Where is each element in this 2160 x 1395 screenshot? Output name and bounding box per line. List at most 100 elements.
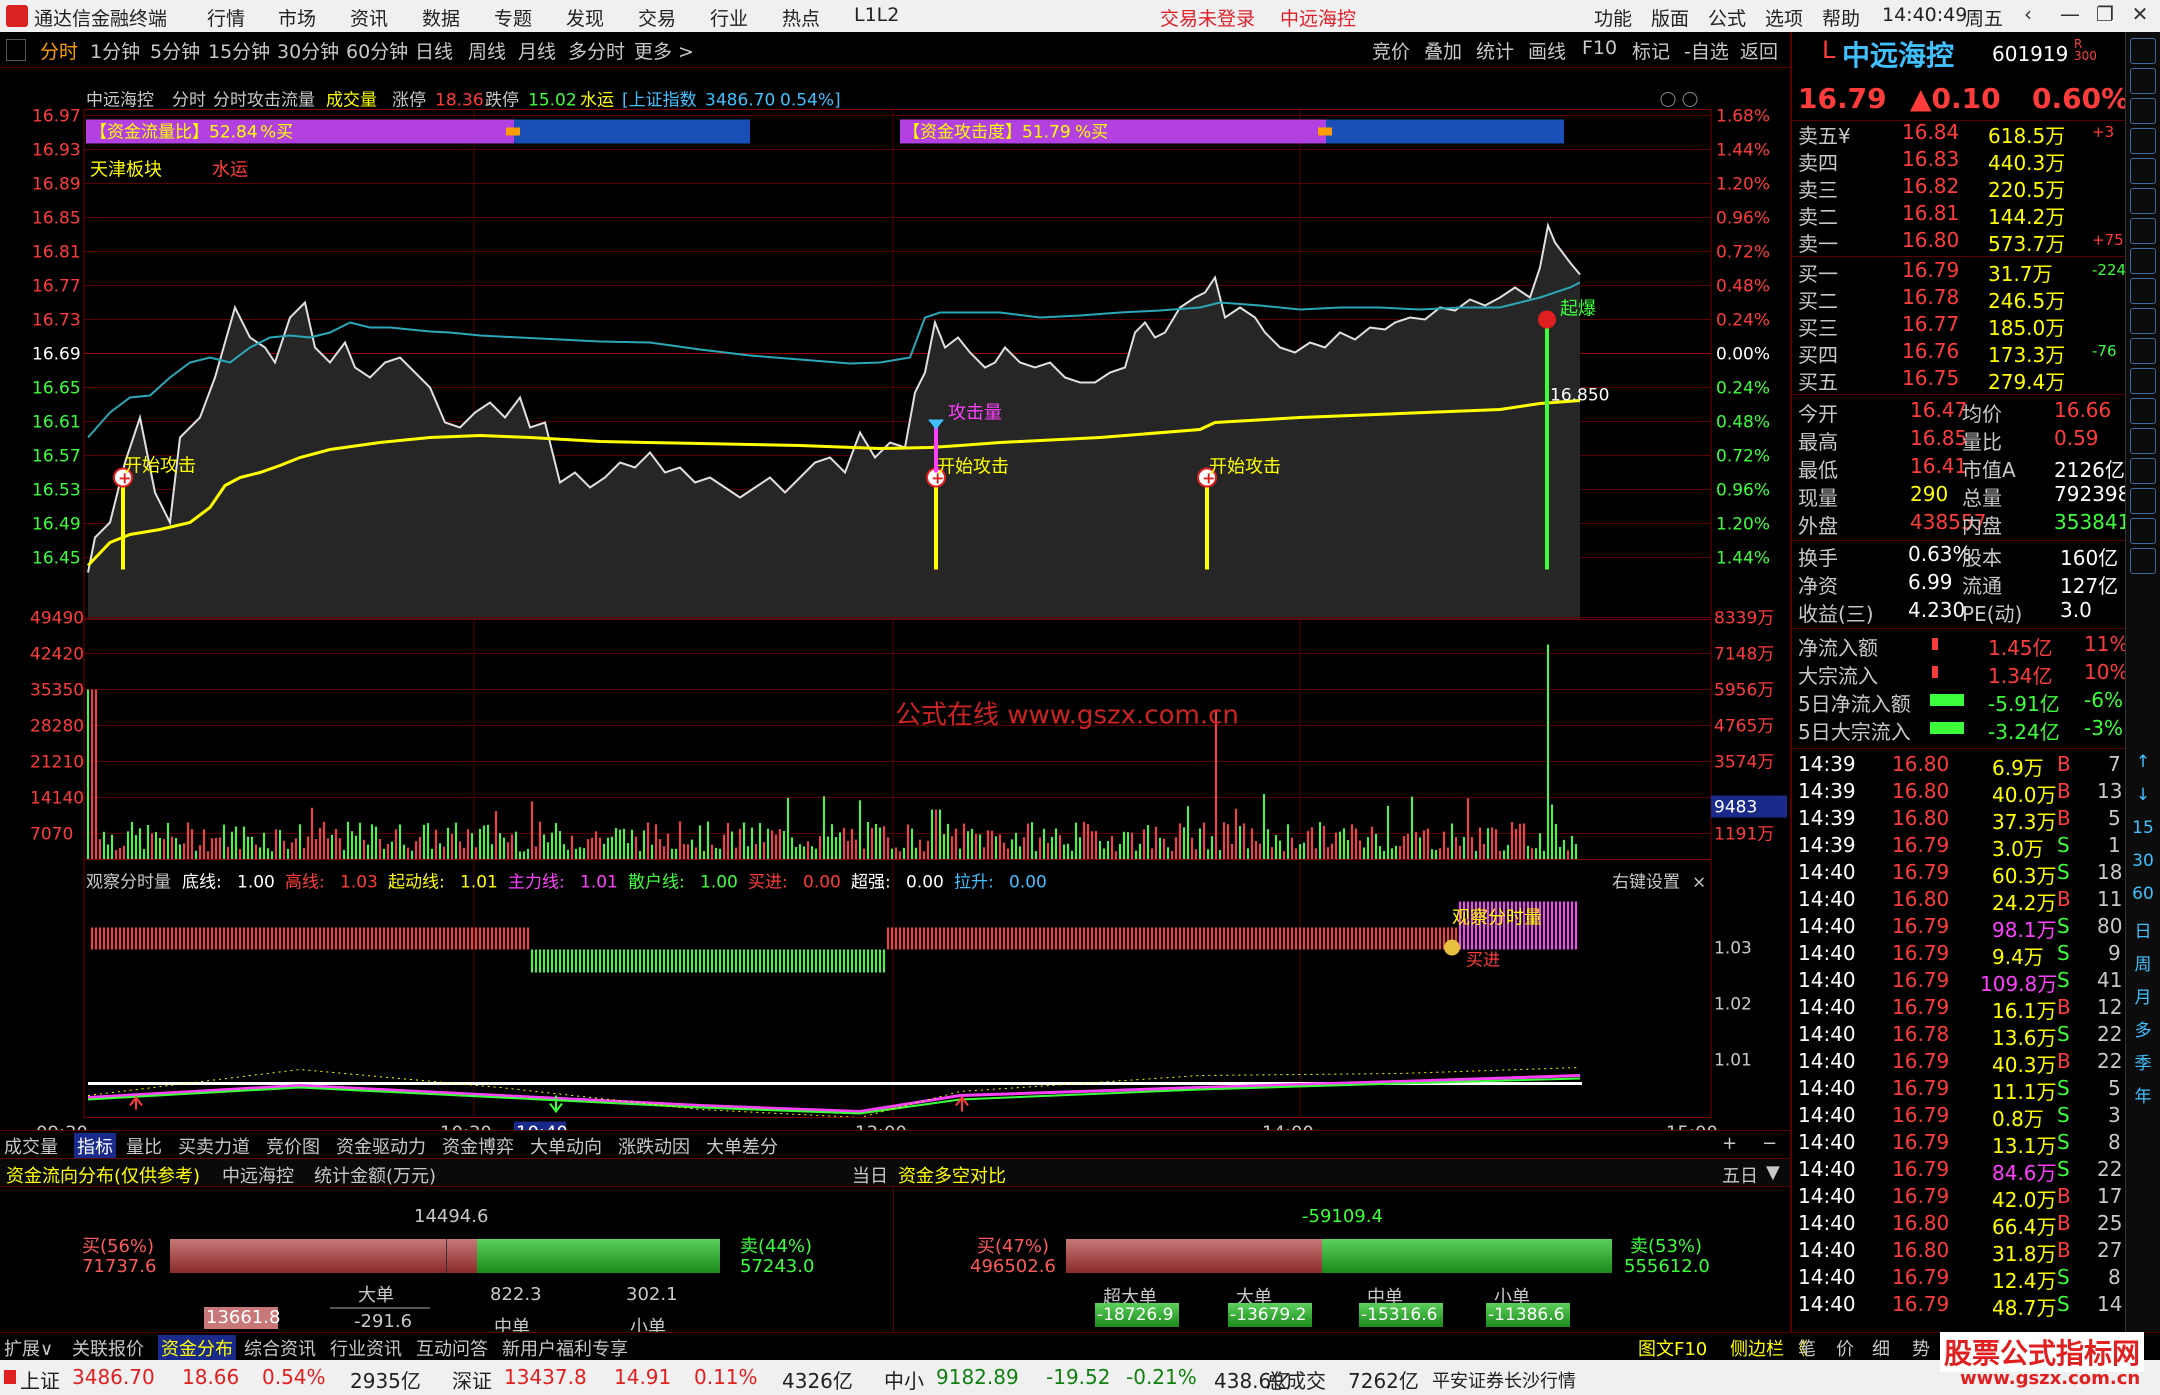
up-icon[interactable]: [2130, 68, 2156, 94]
index-name[interactable]: 中小: [884, 1365, 924, 1394]
close-icon[interactable]: ×: [1692, 873, 1706, 893]
bottom-nav-tab[interactable]: 关联报价: [72, 1335, 144, 1361]
tool-button[interactable]: -自选: [1684, 37, 1729, 64]
sidebar-period-item[interactable]: 60: [2130, 884, 2156, 910]
menu-item[interactable]: 行情: [207, 4, 245, 31]
sidebar-period-item[interactable]: 年: [2130, 1082, 2156, 1108]
menu-item[interactable]: 交易: [638, 4, 676, 31]
tool-button[interactable]: 竞价: [1372, 37, 1410, 64]
login-alert[interactable]: 交易未登录: [1160, 4, 1255, 31]
sidebar-period-item[interactable]: 多: [2130, 1016, 2156, 1042]
bottom-nav-tab[interactable]: 扩展∨: [4, 1335, 53, 1361]
indicator-tab[interactable]: 竞价图: [266, 1133, 320, 1159]
expand-icon[interactable]: [1682, 92, 1698, 107]
sidebar-period-item[interactable]: 季: [2130, 1049, 2156, 1075]
menu-item[interactable]: 版面: [1651, 4, 1689, 31]
index-name[interactable]: 上证: [20, 1365, 60, 1394]
menu-item[interactable]: 资讯: [350, 4, 388, 31]
tab-period[interactable]: 1分钟: [90, 37, 140, 64]
menu-item[interactable]: 行业: [710, 4, 748, 31]
restore-icon[interactable]: ❐: [2090, 2, 2120, 30]
bottom-nav-right-item[interactable]: 细: [1872, 1335, 1890, 1361]
intraday-chart[interactable]: 中远海控 分时 分时攻击流量 成交量 涨停 18.36 跌停 15.02 水运 …: [0, 68, 1790, 1165]
bottom-nav-tab[interactable]: 资金分布: [158, 1335, 236, 1361]
menu-item[interactable]: 市场: [278, 4, 316, 31]
bottom-nav-tab[interactable]: 新用户福利专享: [502, 1335, 628, 1361]
globe-icon[interactable]: [2130, 368, 2156, 394]
tab-period[interactable]: 日线: [415, 37, 453, 64]
indicator-tab[interactable]: 量比: [126, 1133, 162, 1159]
menu-item[interactable]: 帮助: [1822, 4, 1860, 31]
tab-period[interactable]: 月线: [518, 37, 556, 64]
tool-button[interactable]: 叠加: [1424, 37, 1462, 64]
menu-item[interactable]: L1L2: [854, 4, 899, 26]
sidebar-period-item[interactable]: 30: [2130, 851, 2156, 877]
bottom-nav-right-item[interactable]: 价: [1836, 1335, 1854, 1361]
indicator-tab[interactable]: 大单动向: [530, 1133, 602, 1159]
menu-item[interactable]: 热点: [782, 4, 820, 31]
indicator-tab[interactable]: 大单差分: [706, 1133, 778, 1159]
menu-item[interactable]: 专题: [494, 4, 532, 31]
flow-period[interactable]: 当日: [852, 1162, 888, 1188]
news-icon[interactable]: [2130, 338, 2156, 364]
table-icon[interactable]: [2130, 278, 2156, 304]
tool-button[interactable]: 返回: [1740, 37, 1778, 64]
chart-icon[interactable]: [2130, 188, 2156, 214]
tab-period[interactable]: 15分钟: [208, 37, 270, 64]
indicator-tab[interactable]: 资金博弈: [442, 1133, 514, 1159]
tab-period[interactable]: 30分钟: [277, 37, 339, 64]
menu-item[interactable]: 数据: [422, 4, 460, 31]
index-name[interactable]: 深证: [452, 1365, 492, 1394]
percent-icon[interactable]: [2130, 458, 2156, 484]
sidebar-period-item[interactable]: 15: [2130, 818, 2156, 844]
minimize-icon[interactable]: —: [2055, 2, 2085, 30]
tool-button[interactable]: 画线: [1528, 37, 1566, 64]
list-icon[interactable]: [2130, 158, 2156, 184]
tool-button[interactable]: F10: [1582, 37, 1617, 59]
tool-button[interactable]: 统计: [1476, 37, 1514, 64]
tab-period[interactable]: 5分钟: [150, 37, 200, 64]
back-icon[interactable]: ‹: [2013, 2, 2043, 30]
menu-item[interactable]: 公式: [1708, 4, 1746, 31]
collapse-icon[interactable]: [6, 39, 26, 61]
indicator-tab[interactable]: 涨跌动因: [618, 1133, 690, 1159]
flow-compare-days[interactable]: 五日: [1722, 1162, 1758, 1188]
indicator-tab[interactable]: 成交量: [4, 1133, 58, 1159]
indicator-tab[interactable]: 资金驱动力: [336, 1133, 426, 1159]
tab-period[interactable]: 60分钟: [346, 37, 408, 64]
close-icon[interactable]: ✕: [2125, 2, 2155, 30]
edit-icon[interactable]: [2130, 488, 2156, 514]
indicator-tab[interactable]: 买卖力道: [178, 1133, 250, 1159]
tab-period[interactable]: 分时: [40, 37, 78, 64]
f10-icon[interactable]: [2130, 248, 2156, 274]
bottom-nav-right-item[interactable]: 图文F10: [1638, 1335, 1707, 1361]
grid2-icon[interactable]: [2130, 548, 2156, 574]
candle-icon[interactable]: [2130, 218, 2156, 244]
bottom-nav-right-item[interactable]: 势: [1912, 1335, 1930, 1361]
pie-icon[interactable]: [2130, 398, 2156, 424]
chevron-down-icon[interactable]: ▼: [1766, 1162, 1780, 1183]
fs-icon[interactable]: [2130, 518, 2156, 544]
settings-icon[interactable]: [1660, 92, 1676, 107]
bottom-nav-tab[interactable]: 互动问答: [416, 1335, 488, 1361]
grid-icon[interactable]: [2130, 128, 2156, 154]
down-icon[interactable]: [2130, 98, 2156, 124]
bottom-nav-right-item[interactable]: 笔: [1798, 1335, 1816, 1361]
bell-icon[interactable]: [2130, 308, 2156, 334]
tool-button[interactable]: 标记: [1632, 37, 1670, 64]
sidebar-period-item[interactable]: 周: [2130, 950, 2156, 976]
bottom-nav-tab[interactable]: 行业资讯: [330, 1335, 402, 1361]
tab-period[interactable]: 周线: [468, 37, 506, 64]
bottom-nav-tab[interactable]: 综合资讯: [244, 1335, 316, 1361]
tab-period[interactable]: 多分时: [568, 37, 625, 64]
indicator-tab[interactable]: 指标: [74, 1133, 116, 1159]
menu-item[interactable]: 选项: [1765, 4, 1803, 31]
indicator-settings-link[interactable]: 右键设置: [1612, 873, 1680, 893]
sidebar-period-item[interactable]: ↓: [2130, 785, 2156, 811]
left-arrow-icon[interactable]: [2130, 38, 2156, 64]
menu-item[interactable]: 发现: [566, 4, 604, 31]
bottom-nav-right-item[interactable]: 侧边栏 《: [1730, 1335, 1808, 1361]
sidebar-period-item[interactable]: 日: [2130, 917, 2156, 943]
bars-icon[interactable]: [2130, 428, 2156, 454]
remove-icon[interactable]: −: [1762, 1133, 1777, 1154]
